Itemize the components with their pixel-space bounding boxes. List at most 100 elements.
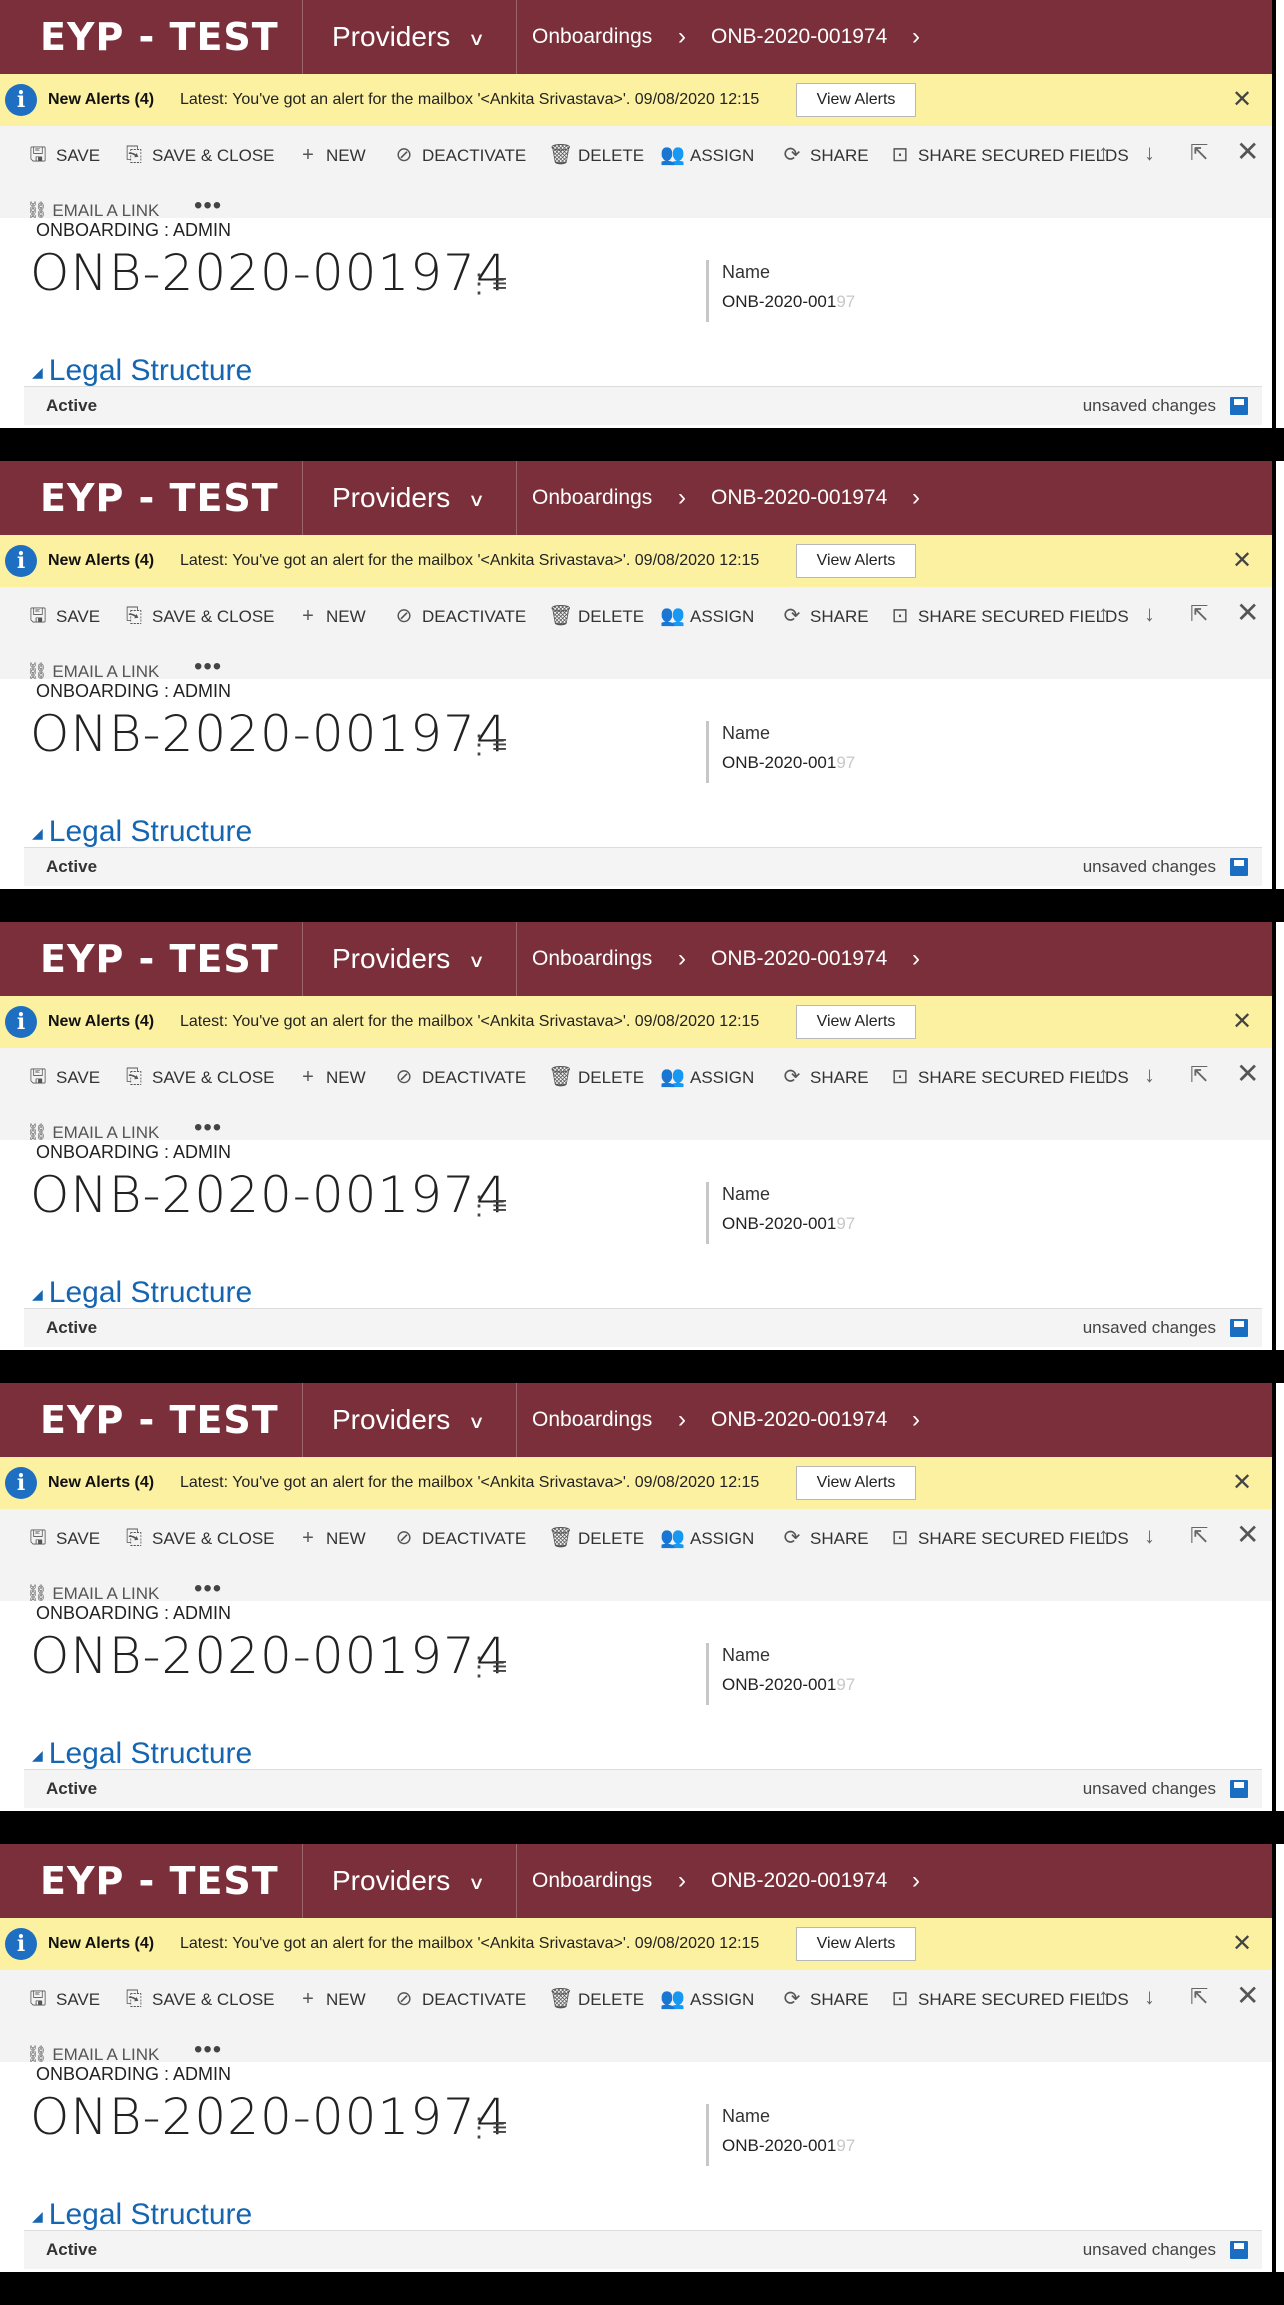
legal-structure-section[interactable]: ◢ Legal Structure [32, 815, 252, 849]
deactivate-button[interactable]: ⊘ DEACTIVATE [392, 1523, 527, 1553]
assign-button[interactable]: 👥 ASSIGN [660, 1523, 754, 1553]
chevron-right-icon[interactable]: › [912, 0, 920, 74]
assign-button[interactable]: 👥 ASSIGN [660, 1984, 754, 2014]
delete-button[interactable]: 🗑 DELETE [548, 1984, 644, 2014]
delete-button[interactable]: 🗑 DELETE [548, 140, 644, 170]
save-button[interactable]: 🖫 SAVE [26, 1984, 100, 2014]
new-button[interactable]: + NEW [296, 1984, 366, 2014]
close-icon[interactable]: ✕ [1236, 1056, 1259, 1092]
popout-icon[interactable]: ⇱ [1190, 1521, 1208, 1551]
delete-button[interactable]: 🗑 DELETE [548, 1523, 644, 1553]
form-selector-icon[interactable]: ⋮≡ [466, 1651, 507, 1682]
new-button[interactable]: + NEW [296, 1523, 366, 1553]
more-commands-button[interactable]: ••• [194, 1577, 222, 1601]
save-button[interactable]: 🖫 SAVE [26, 140, 100, 170]
floppy-icon[interactable] [1230, 397, 1248, 415]
deactivate-button[interactable]: ⊘ DEACTIVATE [392, 140, 527, 170]
more-commands-button[interactable]: ••• [194, 2038, 222, 2062]
close-icon[interactable]: ✕ [1232, 1918, 1252, 1970]
floppy-icon[interactable] [1230, 1319, 1248, 1337]
floppy-icon[interactable] [1230, 1780, 1248, 1798]
name-field-value[interactable]: ONB-2020-00197 [722, 1214, 855, 1234]
save-close-button[interactable]: ⎘ SAVE & CLOSE [122, 601, 275, 631]
app-brand[interactable]: EYP - TEST [40, 1844, 279, 1918]
area-selector[interactable]: Providers ∨ [332, 1383, 485, 1457]
breadcrumb-entity[interactable]: Onboardings [532, 461, 652, 535]
close-icon[interactable]: ✕ [1236, 1978, 1259, 2014]
popout-icon[interactable]: ⇱ [1190, 1060, 1208, 1090]
breadcrumb-record[interactable]: ONB-2020-001974 [711, 0, 887, 74]
save-close-button[interactable]: ⎘ SAVE & CLOSE [122, 1523, 275, 1553]
chevron-right-icon[interactable]: › [912, 461, 920, 535]
close-icon[interactable]: ✕ [1236, 1517, 1259, 1553]
email-link-button[interactable]: ⛓ EMAIL A LINK [26, 1118, 159, 1140]
arrow-down-icon[interactable]: ↓ [1144, 1982, 1155, 2012]
more-commands-button[interactable]: ••• [194, 655, 222, 679]
share-secured-fields-button[interactable]: ⊡ SHARE SECURED FIELDS [888, 140, 1129, 170]
area-selector[interactable]: Providers ∨ [332, 922, 485, 996]
arrow-down-icon[interactable]: ↓ [1144, 1060, 1155, 1090]
chevron-right-icon[interactable]: › [912, 1844, 920, 1918]
form-selector-icon[interactable]: ⋮≡ [466, 1190, 507, 1221]
view-alerts-button[interactable]: View Alerts [796, 544, 916, 578]
view-alerts-button[interactable]: View Alerts [796, 1005, 916, 1039]
more-commands-button[interactable]: ••• [194, 1116, 222, 1140]
app-brand[interactable]: EYP - TEST [40, 1383, 279, 1457]
legal-structure-section[interactable]: ◢ Legal Structure [32, 2198, 252, 2232]
name-field-value[interactable]: ONB-2020-00197 [722, 292, 855, 312]
share-button[interactable]: ⟳ SHARE [780, 601, 869, 631]
breadcrumb-record[interactable]: ONB-2020-001974 [711, 1383, 887, 1457]
close-icon[interactable]: ✕ [1232, 1457, 1252, 1509]
arrow-down-icon[interactable]: ↓ [1144, 138, 1155, 168]
email-link-button[interactable]: ⛓ EMAIL A LINK [26, 1579, 159, 1601]
name-field-value[interactable]: ONB-2020-00197 [722, 753, 855, 773]
arrow-down-icon[interactable]: ↓ [1144, 1521, 1155, 1551]
area-selector[interactable]: Providers ∨ [332, 0, 485, 74]
email-link-button[interactable]: ⛓ EMAIL A LINK [26, 657, 159, 679]
new-button[interactable]: + NEW [296, 1062, 366, 1092]
save-close-button[interactable]: ⎘ SAVE & CLOSE [122, 1062, 275, 1092]
legal-structure-section[interactable]: ◢ Legal Structure [32, 1737, 252, 1771]
legal-structure-section[interactable]: ◢ Legal Structure [32, 1276, 252, 1310]
arrow-up-icon[interactable]: ↑ [1098, 1060, 1109, 1090]
share-button[interactable]: ⟳ SHARE [780, 1523, 869, 1553]
share-button[interactable]: ⟳ SHARE [780, 1984, 869, 2014]
email-link-button[interactable]: ⛓ EMAIL A LINK [26, 196, 159, 218]
close-icon[interactable]: ✕ [1232, 996, 1252, 1048]
view-alerts-button[interactable]: View Alerts [796, 1927, 916, 1961]
area-selector[interactable]: Providers ∨ [332, 461, 485, 535]
area-selector[interactable]: Providers ∨ [332, 1844, 485, 1918]
share-button[interactable]: ⟳ SHARE [780, 1062, 869, 1092]
share-secured-fields-button[interactable]: ⊡ SHARE SECURED FIELDS [888, 1984, 1129, 2014]
floppy-icon[interactable] [1230, 858, 1248, 876]
breadcrumb-record[interactable]: ONB-2020-001974 [711, 1844, 887, 1918]
app-brand[interactable]: EYP - TEST [40, 922, 279, 996]
popout-icon[interactable]: ⇱ [1190, 138, 1208, 168]
breadcrumb-entity[interactable]: Onboardings [532, 922, 652, 996]
floppy-icon[interactable] [1230, 2241, 1248, 2259]
deactivate-button[interactable]: ⊘ DEACTIVATE [392, 601, 527, 631]
delete-button[interactable]: 🗑 DELETE [548, 601, 644, 631]
close-icon[interactable]: ✕ [1236, 134, 1259, 170]
legal-structure-section[interactable]: ◢ Legal Structure [32, 354, 252, 388]
more-commands-button[interactable]: ••• [194, 194, 222, 218]
new-button[interactable]: + NEW [296, 140, 366, 170]
close-icon[interactable]: ✕ [1232, 74, 1252, 126]
share-button[interactable]: ⟳ SHARE [780, 140, 869, 170]
view-alerts-button[interactable]: View Alerts [796, 1466, 916, 1500]
assign-button[interactable]: 👥 ASSIGN [660, 1062, 754, 1092]
form-selector-icon[interactable]: ⋮≡ [466, 2112, 507, 2143]
arrow-up-icon[interactable]: ↑ [1098, 138, 1109, 168]
arrow-down-icon[interactable]: ↓ [1144, 599, 1155, 629]
close-icon[interactable]: ✕ [1232, 535, 1252, 587]
save-button[interactable]: 🖫 SAVE [26, 1523, 100, 1553]
arrow-up-icon[interactable]: ↑ [1098, 1982, 1109, 2012]
deactivate-button[interactable]: ⊘ DEACTIVATE [392, 1062, 527, 1092]
assign-button[interactable]: 👥 ASSIGN [660, 601, 754, 631]
share-secured-fields-button[interactable]: ⊡ SHARE SECURED FIELDS [888, 1062, 1129, 1092]
new-button[interactable]: + NEW [296, 601, 366, 631]
arrow-up-icon[interactable]: ↑ [1098, 1521, 1109, 1551]
name-field-value[interactable]: ONB-2020-00197 [722, 2136, 855, 2156]
save-button[interactable]: 🖫 SAVE [26, 1062, 100, 1092]
chevron-right-icon[interactable]: › [912, 922, 920, 996]
